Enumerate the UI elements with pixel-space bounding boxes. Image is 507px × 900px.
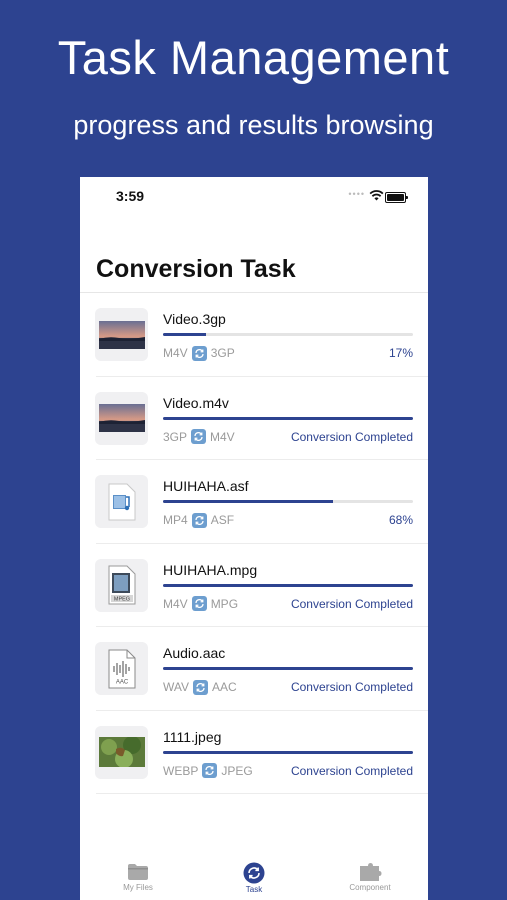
- task-row[interactable]: Video.3gp M4V 3GP 17%: [80, 293, 428, 377]
- task-status: Conversion Completed: [290, 596, 413, 611]
- status-bar: 3:59 ••••: [80, 177, 428, 215]
- progress-bar: [163, 583, 413, 587]
- task-row[interactable]: AAC Audio.aac WAV AAC Conversion Complet…: [80, 627, 428, 711]
- progress-fill: [163, 583, 413, 587]
- convert-icon: [191, 345, 207, 361]
- page-title: Conversion Task: [96, 255, 296, 283]
- task-file-name: 1111.jpeg: [163, 728, 222, 745]
- target-format: AAC: [212, 680, 237, 694]
- source-format: WAV: [163, 680, 189, 694]
- progress-bar: [163, 416, 413, 420]
- task-file-name: Video.3gp: [163, 311, 226, 327]
- tab-bar: My Files Task Component: [80, 862, 428, 900]
- format-conversion: M4V 3GP: [163, 344, 235, 362]
- task-status: Conversion Completed: [290, 429, 413, 444]
- task-status: 17%: [388, 346, 413, 360]
- source-format: M4V: [163, 346, 188, 360]
- tab-label: Component: [349, 883, 391, 892]
- target-format: MPG: [210, 596, 239, 611]
- progress-fill: [163, 750, 413, 754]
- task-file-name: Audio.aac: [163, 645, 226, 661]
- progress-bar: [163, 500, 413, 503]
- folder-icon: [128, 864, 148, 880]
- phone-screen: 3:59 •••• Conversion Task Video.3gp M4V: [80, 177, 428, 900]
- format-conversion: WEBP JPEG: [163, 762, 253, 780]
- task-list: Video.3gp M4V 3GP 17% Video.m4v 3GP M4V …: [80, 293, 428, 794]
- target-format: JPEG: [221, 763, 253, 778]
- source-format: WEBP: [163, 763, 199, 778]
- tab-component[interactable]: Component: [330, 862, 410, 892]
- sunset-thumbnail-icon: [95, 391, 148, 445]
- task-row[interactable]: MPEG HUIHAHA.mpg M4V MPG Conversion Comp…: [80, 544, 428, 628]
- tab-label: Task: [245, 885, 263, 894]
- task-row[interactable]: HUIHAHA.asf MP4 ASF 68%: [80, 460, 428, 544]
- promo-subtitle: progress and results browsing: [73, 110, 434, 140]
- task-status: Conversion Completed: [290, 680, 413, 694]
- task-file-name: Video.m4v: [163, 394, 229, 411]
- task-row[interactable]: 1111.jpeg WEBP JPEG Conversion Completed: [80, 711, 428, 795]
- target-format: ASF: [210, 513, 235, 527]
- source-format: M4V: [163, 596, 188, 611]
- convert-icon: [202, 763, 218, 778]
- wifi-icon: [369, 190, 384, 201]
- progress-fill: [163, 416, 413, 420]
- mpeg-file-icon: MPEG: [95, 558, 148, 612]
- source-format: 3GP: [163, 429, 188, 444]
- progress-fill: [163, 333, 206, 336]
- convert-icon: [191, 596, 207, 611]
- progress-fill: [163, 667, 413, 670]
- puzzle-icon: [360, 863, 382, 881]
- sunset-thumbnail-icon: [95, 308, 148, 361]
- battery-icon: [385, 192, 408, 203]
- task-row[interactable]: Video.m4v 3GP M4V Conversion Completed: [80, 377, 428, 461]
- convert-icon: [191, 512, 207, 528]
- svg-text:AAC: AAC: [115, 679, 128, 685]
- status-time: 3:59: [116, 188, 145, 204]
- svg-text:MPEG: MPEG: [113, 597, 129, 603]
- format-conversion: M4V MPG: [163, 595, 238, 613]
- task-file-name: HUIHAHA.mpg: [163, 561, 258, 578]
- progress-bar: [163, 333, 413, 336]
- format-conversion: 3GP M4V: [163, 428, 235, 446]
- format-conversion: WAV AAC: [163, 678, 237, 696]
- tab-my-files[interactable]: My Files: [98, 862, 178, 892]
- progress-bar: [163, 667, 413, 670]
- progress-bar: [163, 750, 413, 754]
- target-format: M4V: [210, 429, 235, 444]
- target-format: 3GP: [210, 346, 235, 360]
- promo-title: Task Management: [57, 31, 450, 84]
- signal-icon: ••••: [348, 189, 365, 199]
- convert-icon: [193, 679, 208, 695]
- audio-file-icon: AAC: [95, 642, 148, 695]
- video-file-icon: [95, 475, 148, 528]
- photo-thumbnail-icon: [95, 725, 148, 779]
- progress-fill: [163, 500, 333, 503]
- format-conversion: MP4 ASF: [163, 511, 234, 529]
- tab-label: My Files: [123, 883, 153, 892]
- convert-icon: [191, 429, 207, 444]
- task-file-name: HUIHAHA.asf: [163, 478, 249, 494]
- convert-icon: [243, 862, 265, 884]
- task-status: 68%: [388, 513, 413, 527]
- task-status: Conversion Completed: [290, 763, 413, 778]
- source-format: MP4: [163, 513, 188, 527]
- tab-task[interactable]: Task: [214, 862, 294, 894]
